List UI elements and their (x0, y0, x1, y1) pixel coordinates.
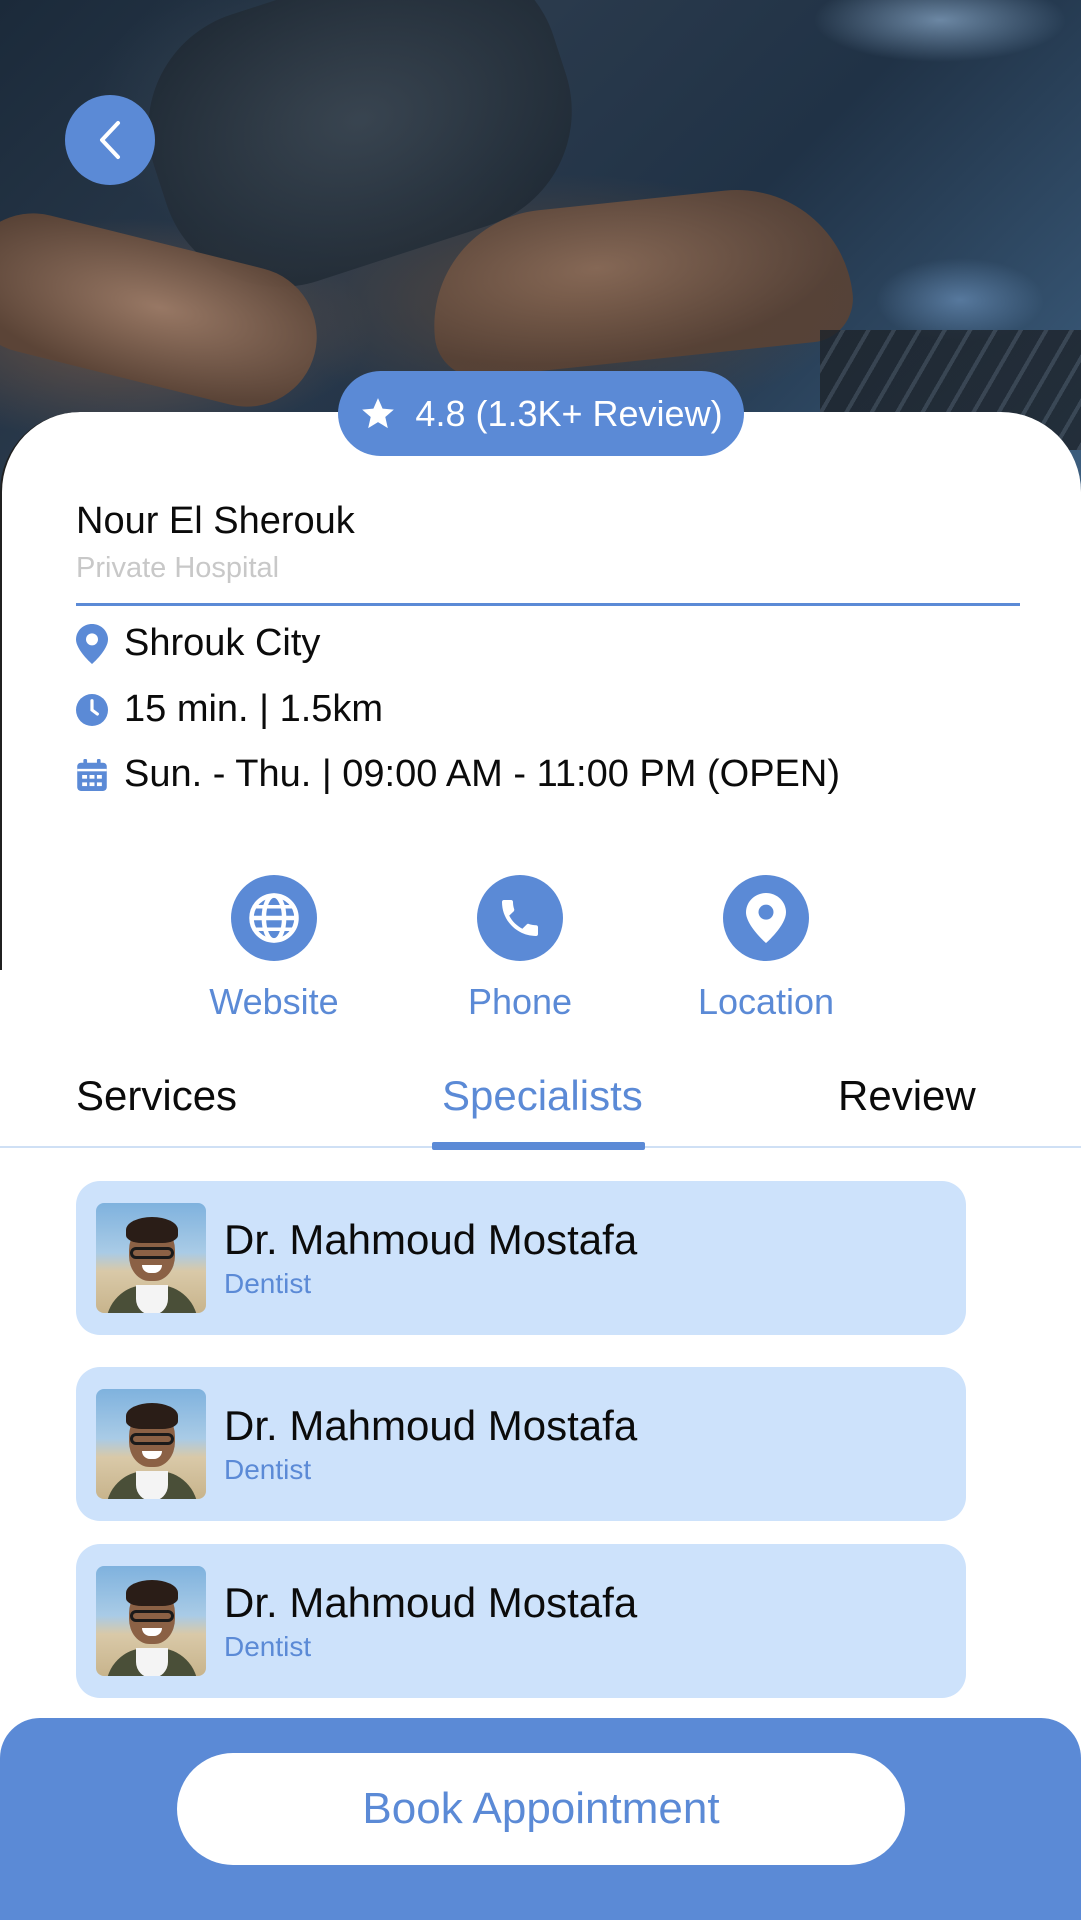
location-pin-icon (746, 893, 786, 943)
specialist-role: Dentist (224, 1268, 312, 1299)
specialist-role: Dentist (224, 1454, 312, 1485)
hospital-type: Private Hospital (76, 552, 280, 584)
chevron-left-icon (100, 121, 120, 159)
divider (76, 603, 1020, 606)
specialist-card[interactable]: Dr. Mahmoud Mostafa Dentist (76, 1181, 966, 1335)
rating-badge: 4.8 (1.3K+ Review) (338, 371, 744, 456)
book-appointment-button[interactable]: Book Appointment (177, 1753, 905, 1865)
hours-text: Sun. - Thu. | 09:00 AM - 11:00 PM (OPEN) (124, 753, 840, 795)
location-pin-icon (76, 623, 108, 664)
star-icon (362, 397, 395, 428)
specialist-name: Dr. Mahmoud Mostafa (224, 1579, 638, 1626)
specialist-name: Dr. Mahmoud Mostafa (224, 1402, 638, 1449)
tab-services[interactable]: Services (76, 1072, 237, 1120)
phone-icon (502, 900, 538, 936)
website-label: Website (209, 981, 339, 1022)
calendar-icon (76, 755, 108, 795)
distance-text: 15 min. | 1.5km (124, 688, 384, 730)
tab-specialists[interactable]: Specialists (442, 1072, 643, 1120)
tab-review[interactable]: Review (838, 1072, 976, 1120)
back-button[interactable] (65, 95, 155, 185)
location-row: Shrouk City (76, 622, 320, 665)
hospital-name: Nour El Sherouk (76, 500, 355, 542)
avatar (96, 1203, 206, 1313)
location-text: Shrouk City (124, 622, 321, 664)
specialist-name: Dr. Mahmoud Mostafa (224, 1216, 638, 1263)
distance-row: 15 min. | 1.5km (76, 688, 383, 731)
location-button[interactable]: Location (666, 875, 866, 1023)
specialist-card[interactable]: Dr. Mahmoud Mostafa Dentist (76, 1367, 966, 1521)
specialist-card[interactable]: Dr. Mahmoud Mostafa Dentist (76, 1544, 966, 1698)
globe-icon (249, 893, 299, 943)
clock-icon (76, 690, 108, 730)
avatar (96, 1566, 206, 1676)
active-tab-indicator (432, 1142, 645, 1150)
hours-row: Sun. - Thu. | 09:00 AM - 11:00 PM (OPEN) (76, 753, 840, 796)
location-label: Location (697, 981, 835, 1022)
phone-label: Phone (467, 981, 573, 1022)
avatar (96, 1389, 206, 1499)
rating-text: 4.8 (1.3K+ Review) (415, 392, 723, 434)
specialist-role: Dentist (224, 1631, 312, 1662)
phone-button[interactable]: Phone (420, 875, 620, 1023)
website-button[interactable]: Website (174, 875, 374, 1023)
